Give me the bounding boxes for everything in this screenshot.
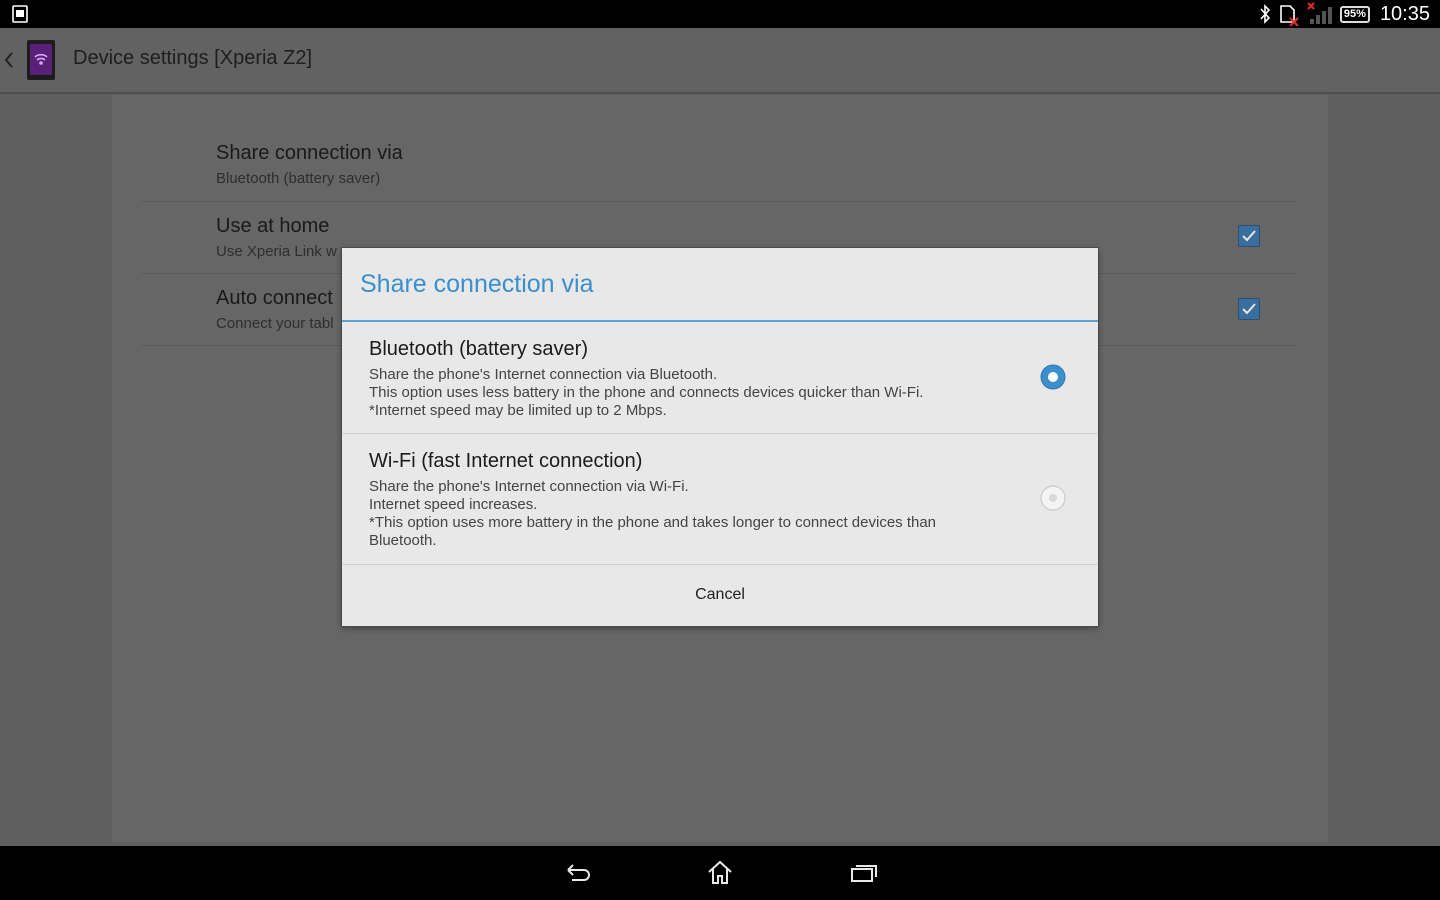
option-description-line: Internet speed increases. xyxy=(369,496,538,513)
option-description-line: *Internet speed may be limited up to 2 M… xyxy=(369,402,667,419)
wifi-radio-unselected[interactable] xyxy=(1040,485,1066,511)
back-chevron-icon[interactable] xyxy=(2,50,16,70)
option-title: Wi-Fi (fast Internet connection) xyxy=(369,450,643,472)
option-description-line: *This option uses more battery in the ph… xyxy=(369,514,937,531)
bluetooth-radio-selected[interactable] xyxy=(1040,364,1066,390)
option-description: Share the phone's Internet connection vi… xyxy=(369,478,1009,550)
dialog-title: Share connection via xyxy=(360,270,594,298)
signal-icon xyxy=(1307,2,1332,24)
pref-title: Auto connect xyxy=(216,287,333,309)
battery-icon: 95% xyxy=(1339,5,1370,23)
recent-apps-icon[interactable] xyxy=(849,858,879,888)
action-bar: Device settings [Xperia Z2] xyxy=(0,28,1440,94)
auto-connect-checkbox[interactable] xyxy=(1238,298,1260,320)
no-sim-icon xyxy=(1280,5,1299,26)
pref-summary: Use Xperia Link w xyxy=(216,243,337,260)
page-title: Device settings [Xperia Z2] xyxy=(73,47,312,69)
bluetooth-icon xyxy=(1260,4,1271,24)
option-wifi[interactable]: Wi-Fi (fast Internet connection) Share t… xyxy=(342,434,1098,564)
status-bar: 95% 10:35 xyxy=(0,0,1440,28)
option-title: Bluetooth (battery saver) xyxy=(369,338,588,360)
pref-title: Use at home xyxy=(216,215,330,237)
option-bluetooth[interactable]: Bluetooth (battery saver) Share the phon… xyxy=(342,322,1098,433)
status-icons: 95% 10:35 xyxy=(1258,0,1430,28)
option-description-line: Share the phone's Internet connection vi… xyxy=(369,478,689,495)
use-at-home-checkbox[interactable] xyxy=(1238,225,1260,247)
option-description-line: Share the phone's Internet connection vi… xyxy=(369,366,718,383)
navigation-bar xyxy=(0,846,1440,900)
screenshot-notification-icon xyxy=(12,5,28,23)
option-description-line: This option uses less battery in the pho… xyxy=(369,384,924,401)
option-description-line: Bluetooth. xyxy=(369,532,437,549)
app-icon[interactable] xyxy=(26,39,56,81)
status-clock: 10:35 xyxy=(1379,2,1430,25)
back-icon[interactable] xyxy=(562,858,592,888)
option-description: Share the phone's Internet connection vi… xyxy=(369,366,1009,420)
pref-summary: Connect your tabl xyxy=(216,315,334,332)
cancel-button[interactable]: Cancel xyxy=(342,564,1098,626)
pref-share-connection[interactable]: Share connection via Bluetooth (battery … xyxy=(142,129,1296,202)
pref-summary: Bluetooth (battery saver) xyxy=(216,170,381,187)
home-icon[interactable] xyxy=(705,858,735,888)
share-connection-dialog: Share connection via Bluetooth (battery … xyxy=(342,248,1098,626)
pref-title: Share connection via xyxy=(216,142,403,164)
